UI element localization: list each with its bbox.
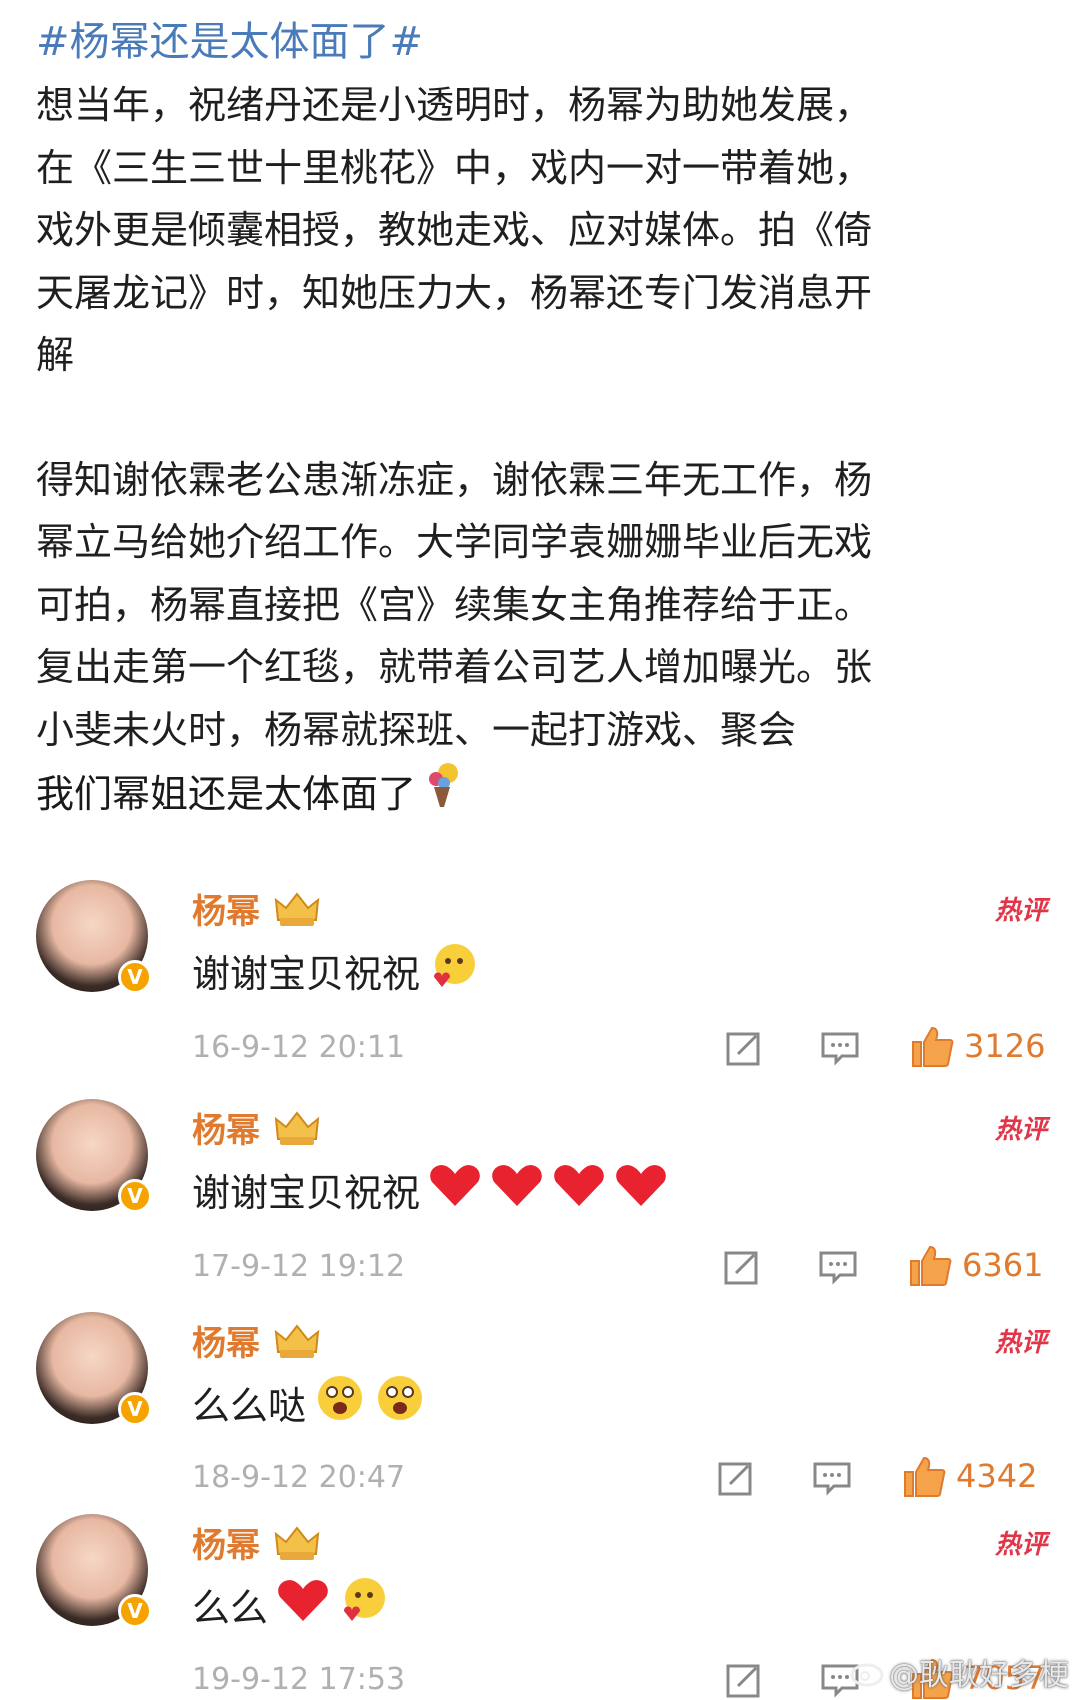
username-text: 杨幂 xyxy=(192,1526,260,1566)
excited-emoji-icon xyxy=(314,1372,366,1433)
crown-badge-icon xyxy=(274,1525,320,1560)
post-closing-text: 我们幂姐还是太体面了 xyxy=(36,772,417,816)
post-paragraph-2: 得知谢依霖老公患渐冻症，谢依霖三年无工作，杨 幂立马给她介绍工作。大学同学袁姗姗… xyxy=(36,457,873,752)
thumbs-up-icon xyxy=(904,1456,946,1497)
hot-comment-label: 热评 xyxy=(994,1530,1047,1560)
crown-badge-icon xyxy=(274,1110,320,1145)
avatar[interactable]: V xyxy=(36,1099,152,1213)
reply-button[interactable] xyxy=(812,1460,852,1496)
comment-text: 谢谢宝贝祝祝 xyxy=(192,1159,668,1219)
comment-username[interactable]: 杨幂 xyxy=(192,884,322,933)
comment-text: 么么 xyxy=(192,1574,388,1634)
comment-username[interactable]: 杨幂 xyxy=(192,1103,322,1152)
avatar[interactable]: V xyxy=(36,880,152,994)
like-count: 3126 xyxy=(964,1027,1046,1065)
username-text: 杨幂 xyxy=(192,1111,260,1151)
like-button[interactable]: 6361 xyxy=(908,1243,1043,1287)
blush-heart-emoji-icon xyxy=(338,1575,388,1634)
comment-icon xyxy=(813,1462,851,1496)
verified-badge-icon: V xyxy=(118,1179,152,1213)
comment-text-content: 谢谢宝贝祝祝 xyxy=(192,1170,421,1215)
blush-heart-emoji-icon xyxy=(428,941,478,1000)
repost-icon xyxy=(726,1664,760,1698)
comment-username[interactable]: 杨幂 xyxy=(192,1518,322,1567)
avatar[interactable]: V xyxy=(36,1312,152,1426)
comment-icon xyxy=(821,1032,859,1066)
like-count: 4342 xyxy=(956,1457,1038,1495)
heart-emoji-icon xyxy=(428,1162,482,1217)
weibo-post: #杨幂还是太体面了# 想当年，祝绪丹还是小透明时，杨幂为助她发展， 在《三生三世… xyxy=(36,10,1056,827)
comment-text: 谢谢宝贝祝祝 xyxy=(192,940,478,1000)
verified-badge-icon: V xyxy=(118,1392,152,1426)
thumbs-up-icon xyxy=(912,1026,954,1067)
reply-button[interactable] xyxy=(820,1030,860,1066)
hot-comment-label: 热评 xyxy=(994,1328,1047,1358)
watermark-text: @耿耿好多梗 xyxy=(889,1658,1069,1693)
thumbs-up-icon xyxy=(910,1245,952,1286)
repost-icon xyxy=(726,1032,760,1066)
post-closing-line: 我们幂姐还是太体面了 xyxy=(36,761,1056,827)
like-count: 6361 xyxy=(962,1246,1044,1284)
comment-text-content: 谢谢宝贝祝祝 xyxy=(192,951,421,996)
comment-text-content: 么么 xyxy=(192,1585,269,1630)
verified-badge-icon: V xyxy=(118,1594,152,1628)
avatar[interactable]: V xyxy=(36,1514,152,1628)
excited-emoji-icon xyxy=(374,1372,426,1433)
weibo-logo-icon xyxy=(850,1663,884,1687)
comment-timestamp: 19-9-12 17:53 xyxy=(192,1662,406,1697)
weibo-watermark: @耿耿好多梗 xyxy=(849,1650,1069,1694)
repost-button[interactable] xyxy=(724,1028,764,1068)
comment-timestamp: 17-9-12 19:12 xyxy=(192,1249,406,1284)
crown-badge-icon xyxy=(274,891,320,926)
repost-button[interactable] xyxy=(724,1660,764,1700)
post-paragraph-1: 想当年，祝绪丹还是小透明时，杨幂为助她发展， 在《三生三世十里桃花》中，戏内一对… xyxy=(36,83,873,377)
comment-username[interactable]: 杨幂 xyxy=(192,1316,322,1365)
heart-emoji-icon xyxy=(614,1162,668,1217)
repost-icon xyxy=(724,1251,758,1285)
like-button[interactable]: 4342 xyxy=(902,1454,1037,1498)
hot-comment-label: 热评 xyxy=(994,1115,1047,1145)
like-button[interactable]: 3126 xyxy=(910,1024,1045,1068)
heart-emoji-icon xyxy=(490,1162,544,1217)
heart-emoji-icon xyxy=(552,1162,606,1217)
post-hashtag[interactable]: #杨幂还是太体面了# xyxy=(36,10,1056,74)
repost-icon xyxy=(718,1462,752,1496)
username-text: 杨幂 xyxy=(192,892,260,932)
comment-icon xyxy=(819,1251,857,1285)
heart-emoji-icon xyxy=(276,1577,330,1632)
repost-button[interactable] xyxy=(722,1247,762,1287)
comment-timestamp: 16-9-12 20:11 xyxy=(192,1030,406,1065)
comment-text-content: 么么哒 xyxy=(192,1383,307,1428)
bouquet-icon xyxy=(422,761,462,827)
verified-badge-icon: V xyxy=(118,960,152,994)
reply-button[interactable] xyxy=(818,1249,858,1285)
username-text: 杨幂 xyxy=(192,1324,260,1364)
repost-button[interactable] xyxy=(716,1458,756,1498)
hot-comment-label: 热评 xyxy=(994,896,1047,926)
crown-badge-icon xyxy=(274,1323,320,1358)
comment-text: 么么哒 xyxy=(192,1372,426,1432)
comment-timestamp: 18-9-12 20:47 xyxy=(192,1460,406,1495)
